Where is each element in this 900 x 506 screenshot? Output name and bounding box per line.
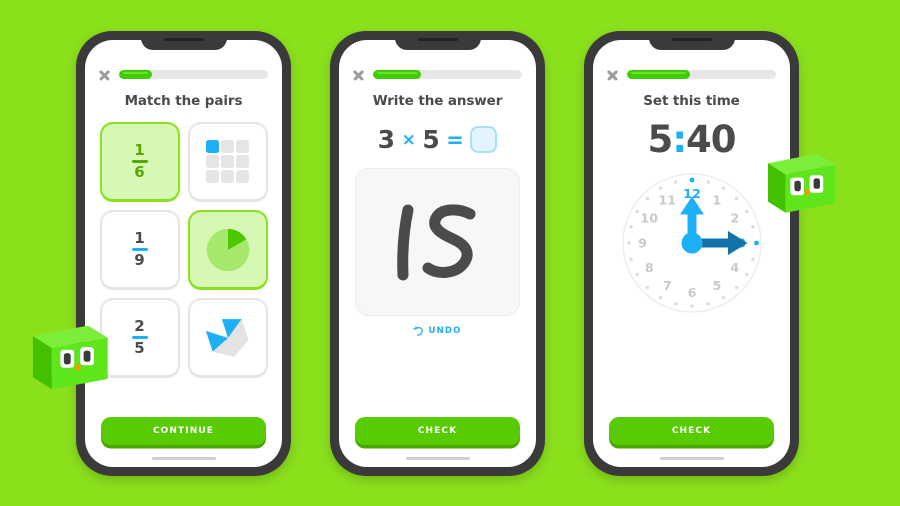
equation-left-operand: 3 — [377, 125, 395, 154]
equation-row: 3 × 5 = — [339, 125, 536, 154]
handwritten-answer-15 — [396, 203, 475, 280]
pentagon-five-wedges-icon — [205, 318, 248, 357]
close-icon[interactable] — [606, 68, 619, 81]
match-card-grid-icon[interactable] — [187, 122, 268, 202]
undo-arrow-icon — [413, 326, 424, 336]
equation-right-operand: 5 — [422, 125, 440, 154]
home-indicator — [659, 456, 724, 460]
close-icon[interactable] — [98, 68, 111, 81]
duo-owl-cube-right — [760, 136, 840, 216]
home-indicator — [405, 456, 470, 460]
scene: Match the pairs 1 6 1 9 2 5 CONTINUE Wri… — [0, 0, 900, 506]
match-card-fraction-1-6[interactable]: 1 6 — [99, 122, 180, 202]
check-button[interactable]: CHECK — [609, 417, 774, 445]
phone-set-this-time: Set this time 5:40 12 1 2 4 5 6 7 8 9 10… — [584, 31, 799, 476]
fraction-numerator: 1 — [134, 140, 145, 159]
equation-equals-sign: = — [446, 127, 464, 152]
handwriting-canvas[interactable] — [355, 168, 520, 316]
svg-text:2: 2 — [730, 212, 739, 227]
phone-notch — [140, 31, 227, 50]
progress-fill — [373, 70, 421, 79]
digital-hours: 5 — [647, 118, 673, 161]
svg-text:8: 8 — [644, 261, 653, 276]
answer-input-box[interactable] — [470, 126, 498, 153]
duo-owl-cube-left — [26, 305, 112, 391]
fraction-denominator: 9 — [134, 251, 145, 270]
home-indicator — [151, 456, 216, 460]
match-card-pie-icon[interactable] — [187, 210, 268, 290]
progress-bar — [373, 70, 522, 79]
svg-text:10: 10 — [640, 212, 658, 227]
equation-operator: × — [401, 129, 416, 150]
fraction-display: 1 6 — [131, 140, 148, 182]
progress-bar — [119, 70, 268, 79]
svg-text:9: 9 — [638, 236, 647, 251]
phone-match-the-pairs: Match the pairs 1 6 1 9 2 5 CONTINUE — [76, 31, 291, 476]
digital-colon: : — [672, 118, 687, 161]
svg-text:11: 11 — [658, 194, 676, 209]
match-card-grid: 1 6 1 9 2 5 — [99, 122, 268, 378]
fraction-numerator: 2 — [134, 316, 145, 335]
undo-label: UNDO — [428, 326, 462, 336]
phone-write-the-answer: Write the answer 3 × 5 = UNDO CHECK — [330, 31, 545, 476]
progress-bar — [627, 70, 776, 79]
pie-six-slices-icon — [206, 228, 249, 271]
match-card-pentagon-icon[interactable] — [187, 298, 268, 378]
fraction-denominator: 6 — [134, 163, 145, 182]
screen-match-the-pairs: Match the pairs 1 6 1 9 2 5 CONTINUE — [85, 40, 282, 467]
progress-fill — [627, 70, 690, 79]
grid-nine-icon — [206, 139, 249, 183]
fraction-display: 2 5 — [131, 316, 148, 358]
screen-set-this-time: Set this time 5:40 12 1 2 4 5 6 7 8 9 10… — [593, 40, 790, 467]
svg-text:7: 7 — [662, 279, 671, 294]
fraction-numerator: 1 — [134, 228, 145, 247]
undo-button[interactable]: UNDO — [339, 326, 536, 336]
fraction-denominator: 5 — [134, 339, 145, 358]
continue-button[interactable]: CONTINUE — [101, 417, 266, 445]
clock-center-pivot — [681, 232, 702, 254]
match-card-fraction-1-9[interactable]: 1 9 — [99, 210, 180, 290]
fraction-display: 1 9 — [131, 228, 148, 270]
page-title: Write the answer — [372, 93, 503, 109]
close-icon[interactable] — [352, 68, 365, 81]
screen-write-the-answer: Write the answer 3 × 5 = UNDO CHECK — [339, 40, 536, 467]
page-title: Set this time — [643, 93, 740, 109]
phone-notch — [394, 31, 481, 50]
svg-text:5: 5 — [712, 279, 721, 294]
svg-text:1: 1 — [712, 194, 721, 209]
svg-text:4: 4 — [730, 261, 739, 276]
phone-notch — [648, 31, 735, 50]
progress-fill — [119, 70, 152, 79]
check-button[interactable]: CHECK — [355, 417, 520, 445]
analog-clock[interactable]: 12 1 2 3 4 5 6 7 8 9 10 11 — [617, 168, 767, 318]
page-title: Match the pairs — [124, 93, 243, 109]
digital-minutes: 40 — [686, 118, 736, 161]
svg-text:6: 6 — [687, 286, 696, 301]
clock-face: 12 1 2 3 4 5 6 7 8 9 10 11 — [621, 173, 762, 313]
